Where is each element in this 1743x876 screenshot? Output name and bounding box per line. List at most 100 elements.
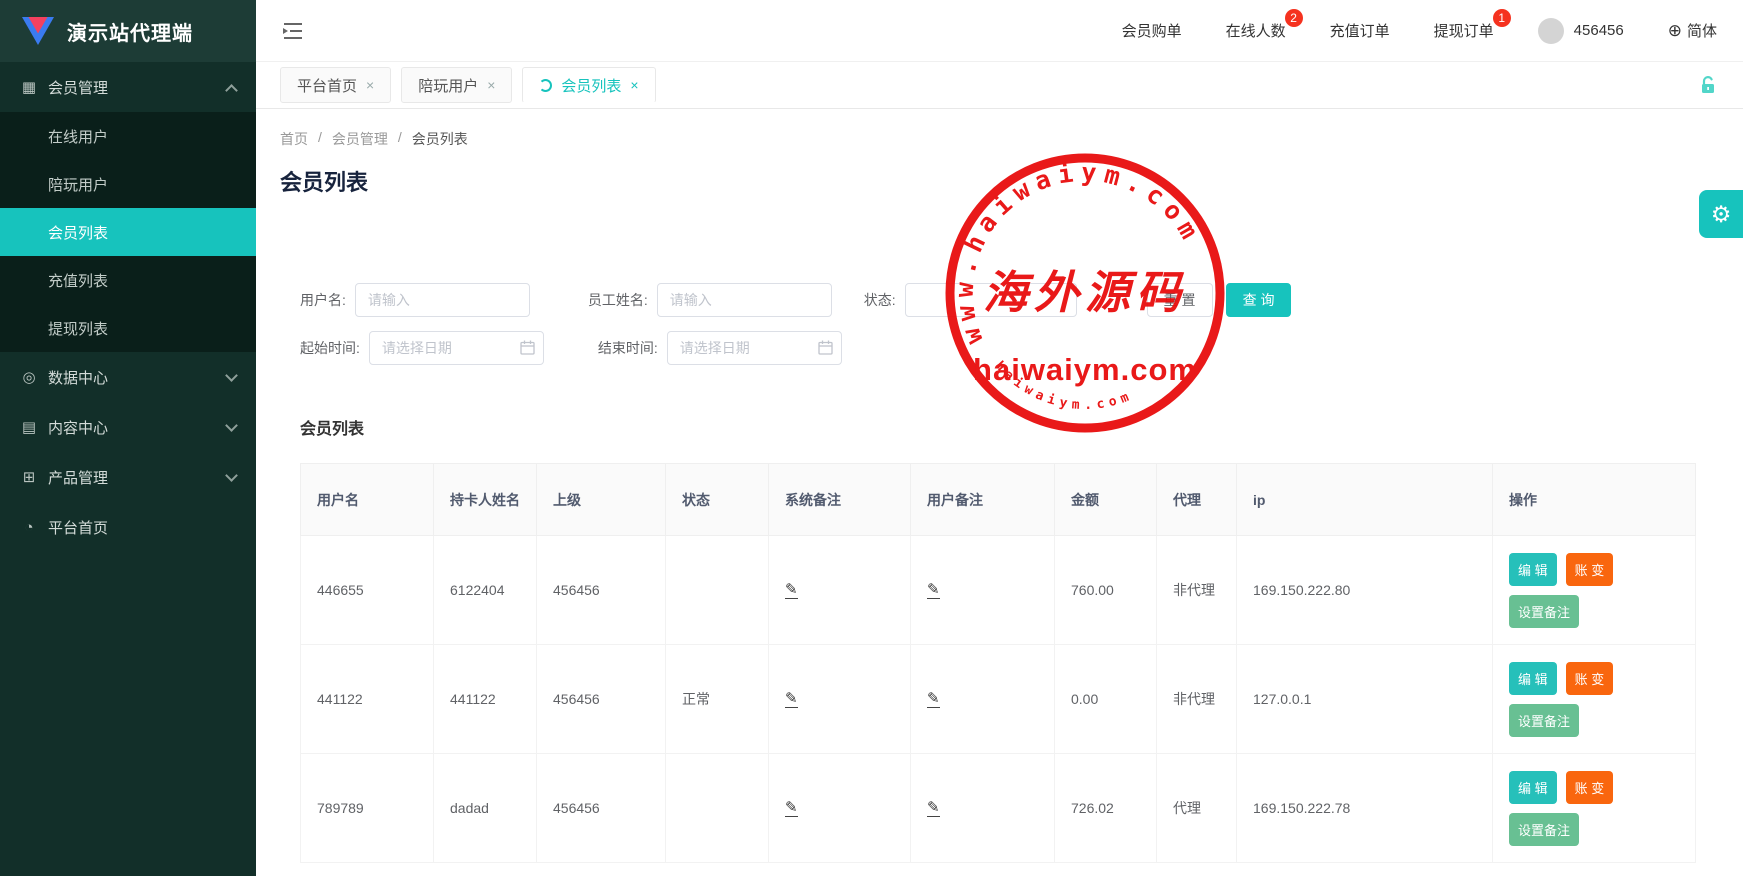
member-mgmt-submenu: 在线用户 陪玩用户 会员列表 充值列表 提现列表 <box>0 112 256 352</box>
edit-user-note-icon[interactable]: ✎ <box>927 800 940 818</box>
end-time-picker[interactable] <box>667 331 842 365</box>
col-status: 状态 <box>666 464 769 536</box>
blocks-icon: ⊞ <box>20 468 38 486</box>
sidebar-item-online-users[interactable]: 在线用户 <box>0 112 256 160</box>
sidebar-item-withdraw-list[interactable]: 提现列表 <box>0 304 256 352</box>
chevron-down-icon <box>225 469 238 482</box>
unlock-icon[interactable] <box>1697 74 1719 96</box>
end-time-input[interactable] <box>667 331 842 365</box>
settings-gear-button[interactable]: ⚙ <box>1699 190 1743 238</box>
sidebar-item-label: 在线用户 <box>48 126 108 147</box>
tab-platform-home[interactable]: 平台首页 × <box>280 67 391 103</box>
sidebar-item-play-users[interactable]: 陪玩用户 <box>0 160 256 208</box>
sidebar-item-member-list[interactable]: 会员列表 <box>0 208 256 256</box>
avatar <box>1538 18 1564 44</box>
table-header-row: 用户名 持卡人姓名 上级 状态 系统备注 用户备注 金额 代理 ip 操作 <box>301 464 1696 536</box>
online-count-badge: 2 <box>1285 9 1303 27</box>
tab-member-list[interactable]: 会员列表 × <box>522 67 655 103</box>
edit-button[interactable]: 编 辑 <box>1509 553 1557 586</box>
app-logo-icon <box>22 17 54 46</box>
section-title: 会员列表 <box>300 415 1719 439</box>
sidebar-item-platform-home[interactable]: ◔ 平台首页 <box>0 502 256 552</box>
close-icon[interactable]: × <box>366 77 374 93</box>
logo-bar: 演示站代理端 <box>0 0 256 62</box>
circle-check-icon: ◎ <box>20 368 38 386</box>
topbar-item-member-orders[interactable]: 会员购单 <box>1122 20 1182 41</box>
staff-name-input[interactable] <box>657 283 832 317</box>
cell-status <box>666 536 769 645</box>
breadcrumb-member-mgmt[interactable]: 会员管理 <box>332 129 388 149</box>
close-icon[interactable]: × <box>630 77 638 93</box>
set-note-button[interactable]: 设置备注 <box>1509 813 1579 846</box>
search-button[interactable]: 查 询 <box>1226 283 1292 317</box>
topbar-item-label: 充值订单 <box>1330 23 1390 40</box>
cell-agent: 非代理 <box>1157 645 1237 754</box>
sidebar-item-recharge-list[interactable]: 充值列表 <box>0 256 256 304</box>
edit-user-note-icon[interactable]: ✎ <box>927 691 940 709</box>
username-input[interactable] <box>355 283 530 317</box>
account-change-button[interactable]: 账 变 <box>1566 662 1614 695</box>
topbar-item-recharge-orders[interactable]: 充值订单 <box>1330 20 1390 41</box>
language-switcher[interactable]: ⊕ 简体 <box>1668 20 1717 41</box>
account-change-button[interactable]: 账 变 <box>1566 553 1614 586</box>
topbar-item-online-count[interactable]: 在线人数 2 <box>1226 20 1286 41</box>
filter-row-2: 起始时间: 结束时间: <box>300 331 1719 365</box>
grid-icon: ▦ <box>20 78 38 96</box>
content: 首页 / 会员管理 / 会员列表 会员列表 用户名: 员工姓名: 状态: 重 置… <box>256 109 1743 876</box>
set-note-button[interactable]: 设置备注 <box>1509 595 1579 628</box>
edit-user-note-icon[interactable]: ✎ <box>927 582 940 600</box>
chevron-up-icon <box>225 84 238 97</box>
sidebar-item-label: 会员列表 <box>48 222 108 243</box>
sidebar-item-label: 充值列表 <box>48 270 108 291</box>
reset-button[interactable]: 重 置 <box>1147 283 1213 317</box>
calendar-icon <box>818 340 833 355</box>
sidebar-item-member-mgmt[interactable]: ▦ 会员管理 <box>0 62 256 112</box>
cell-ip: 127.0.0.1 <box>1237 645 1493 754</box>
edit-button[interactable]: 编 辑 <box>1509 662 1557 695</box>
edit-system-note-icon[interactable]: ✎ <box>785 800 798 818</box>
edit-button[interactable]: 编 辑 <box>1509 771 1557 804</box>
cell-amount: 0.00 <box>1055 645 1157 754</box>
cell-parent: 456456 <box>537 645 666 754</box>
menu-fold-icon[interactable] <box>282 21 304 41</box>
cell-amount: 726.02 <box>1055 754 1157 863</box>
gear-icon: ⚙ <box>1711 201 1732 228</box>
edit-system-note-icon[interactable]: ✎ <box>785 691 798 709</box>
col-ip: ip <box>1237 464 1493 536</box>
topbar-item-withdraw-orders[interactable]: 提现订单 1 <box>1434 20 1494 41</box>
globe-icon: ⊕ <box>1668 21 1682 41</box>
cell-amount: 760.00 <box>1055 536 1157 645</box>
page-title: 会员列表 <box>280 165 1719 197</box>
tabbar: 平台首页 × 陪玩用户 × 会员列表 × <box>256 62 1743 109</box>
topbar-right: 会员购单 在线人数 2 充值订单 提现订单 1 456456 ⊕ 简体 <box>1122 18 1717 44</box>
cell-parent: 456456 <box>537 536 666 645</box>
sidebar-item-label: 产品管理 <box>48 467 108 488</box>
status-label: 状态: <box>864 290 896 310</box>
edit-system-note-icon[interactable]: ✎ <box>785 582 798 600</box>
table-row: 446655 6122404 456456 ✎ ✎ 760.00 非代理 169… <box>301 536 1696 645</box>
col-system-note: 系统备注 <box>769 464 911 536</box>
cell-ip: 169.150.222.78 <box>1237 754 1493 863</box>
status-select[interactable] <box>905 283 1077 317</box>
set-note-button[interactable]: 设置备注 <box>1509 704 1579 737</box>
sidebar-item-content-center[interactable]: ▤ 内容中心 <box>0 402 256 452</box>
start-time-input[interactable] <box>369 331 544 365</box>
user-menu[interactable]: 456456 <box>1538 18 1624 44</box>
filter-form: 用户名: 员工姓名: 状态: 重 置 查 询 起始时间: <box>300 283 1719 365</box>
calendar-icon <box>520 340 535 355</box>
cell-username: 441122 <box>301 645 434 754</box>
cell-status <box>666 754 769 863</box>
account-change-button[interactable]: 账 变 <box>1566 771 1614 804</box>
start-time-picker[interactable] <box>369 331 544 365</box>
sidebar-item-product-mgmt[interactable]: ⊞ 产品管理 <box>0 452 256 502</box>
cell-cardholder: 6122404 <box>434 536 537 645</box>
tab-play-users[interactable]: 陪玩用户 × <box>401 67 512 103</box>
tab-label: 会员列表 <box>561 75 621 96</box>
breadcrumb-current: 会员列表 <box>412 129 468 149</box>
member-table: 用户名 持卡人姓名 上级 状态 系统备注 用户备注 金额 代理 ip 操作 44… <box>300 463 1696 863</box>
username: 456456 <box>1574 22 1624 39</box>
close-icon[interactable]: × <box>487 77 495 93</box>
breadcrumb-home[interactable]: 首页 <box>280 129 308 149</box>
breadcrumb-separator: / <box>398 129 402 149</box>
sidebar-item-data-center[interactable]: ◎ 数据中心 <box>0 352 256 402</box>
